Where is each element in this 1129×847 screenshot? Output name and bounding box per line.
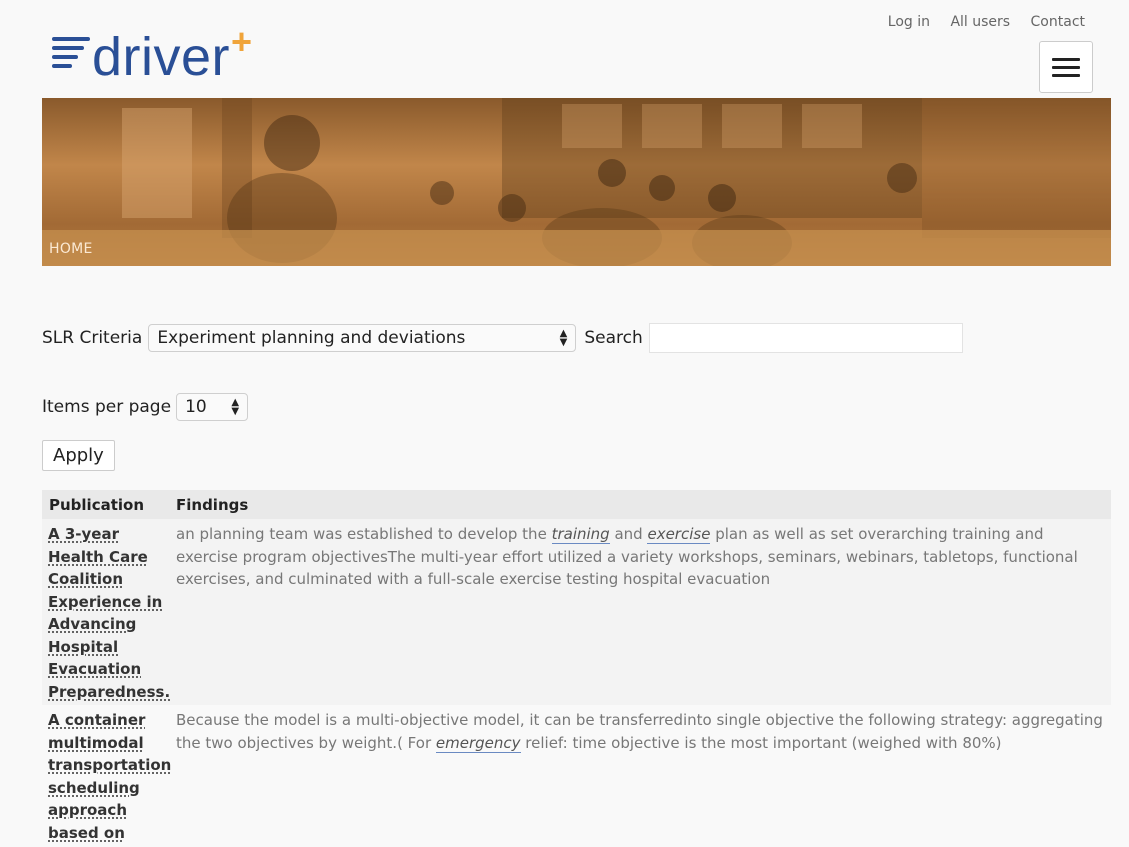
- criteria-label: SLR Criteria: [42, 328, 143, 348]
- keyword-exercise[interactable]: exercise: [647, 525, 711, 544]
- items-per-page-value: 10: [185, 397, 207, 417]
- results-table: Publication Findings A 3-year Health Car…: [42, 490, 1111, 845]
- logo-lines-icon: [52, 37, 90, 68]
- publication-cell: A 3-year Health Care Coalition Experienc…: [42, 519, 170, 705]
- hamburger-icon: [1052, 57, 1080, 61]
- keyword-training[interactable]: training: [551, 525, 610, 544]
- criteria-select-value: Experiment planning and deviations: [157, 328, 466, 348]
- contact-link[interactable]: Contact: [1031, 14, 1085, 30]
- select-arrows-icon: ▲ ▼: [559, 328, 568, 348]
- apply-button[interactable]: Apply: [42, 440, 115, 471]
- items-per-page-select[interactable]: 10 ▲ ▼: [176, 393, 249, 421]
- all-users-link[interactable]: All users: [950, 14, 1010, 30]
- logo-text: driver: [92, 27, 231, 87]
- keyword-emergency[interactable]: emergency: [435, 733, 521, 753]
- findings-header: Findings: [176, 495, 249, 514]
- publication-cell: A container multimodal transportation sc…: [42, 705, 171, 845]
- items-per-page-label: Items per page: [42, 397, 172, 417]
- login-link[interactable]: Log in: [888, 14, 930, 30]
- search-label: Search: [584, 328, 643, 348]
- apply-row: Apply: [42, 440, 115, 471]
- logo-plus: +: [231, 21, 253, 62]
- items-per-page-row: Items per page 10 ▲ ▼: [42, 393, 249, 421]
- select-arrows-icon: ▲ ▼: [231, 397, 240, 417]
- criteria-select[interactable]: Experiment planning and deviations ▲ ▼: [148, 324, 577, 352]
- search-input[interactable]: [648, 323, 963, 353]
- page: Log in All users Contact driver + HOME S…: [0, 0, 1129, 847]
- driver-logo[interactable]: driver +: [52, 22, 252, 92]
- publication-link[interactable]: A container multimodal transportation sc…: [48, 711, 171, 842]
- table-row: A container multimodal transportation sc…: [42, 705, 1111, 845]
- findings-cell: Because the model is a multi-objective m…: [176, 711, 1103, 753]
- breadcrumb-home[interactable]: HOME: [49, 241, 93, 257]
- publication-header: Publication: [49, 495, 145, 514]
- publication-link[interactable]: A 3-year Health Care Coalition Experienc…: [48, 525, 170, 701]
- findings-cell: an planning team was established to deve…: [176, 525, 1078, 588]
- top-nav: Log in All users Contact: [872, 14, 1085, 30]
- hamburger-menu-button[interactable]: [1039, 41, 1093, 93]
- criteria-row: SLR Criteria Experiment planning and dev…: [42, 323, 963, 353]
- table-header: Publication Findings: [42, 490, 1111, 519]
- hero-banner: HOME: [42, 98, 1111, 266]
- table-row: A 3-year Health Care Coalition Experienc…: [42, 519, 1111, 705]
